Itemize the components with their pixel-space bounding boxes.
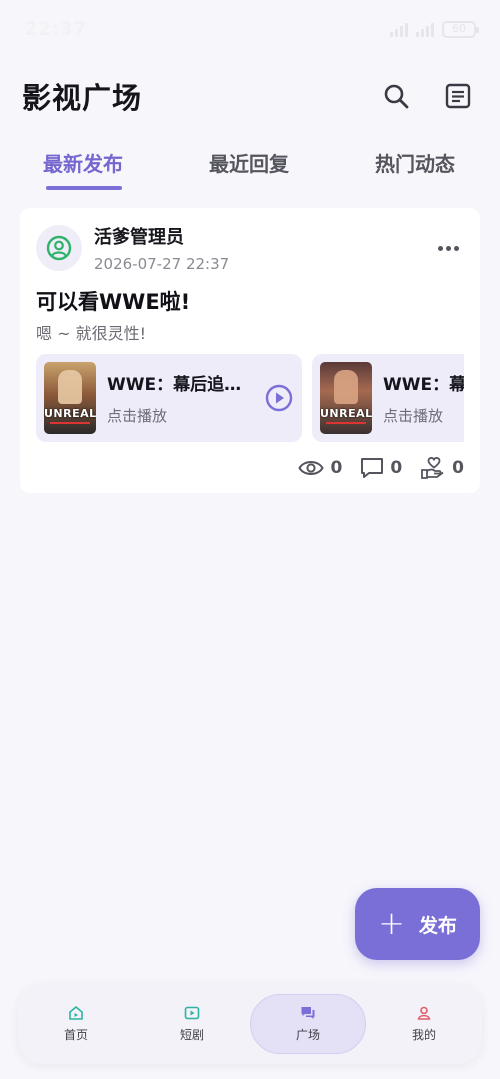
list-button[interactable] [438, 76, 478, 116]
media-item[interactable]: UNREAL WWE：幕 点击播放 [312, 354, 464, 442]
tab-trending[interactable]: 热门动态 [332, 140, 498, 190]
eye-icon [298, 461, 325, 475]
nav-label: 短剧 [179, 1028, 204, 1042]
comment-icon [361, 458, 384, 478]
tab-recent-replies[interactable]: 最近回复 [166, 140, 332, 190]
plus-icon: + [378, 903, 405, 942]
signal-icon [390, 21, 408, 37]
likes-count: 0 [452, 458, 464, 478]
play-button[interactable] [264, 383, 294, 413]
media-action: 点击播放 [383, 407, 444, 425]
nav-item-profile[interactable]: 我的 [366, 994, 482, 1054]
comments-count: 0 [390, 458, 403, 478]
post-card[interactable]: 活爹管理员 2026-07-27 22:37 可以看WWE啦! 嗯 ~ 就很灵性… [20, 208, 480, 493]
nav-label: 首页 [63, 1028, 88, 1042]
page-title: 影视广场 [22, 81, 143, 115]
post-stats: 0 0 0 [298, 456, 464, 480]
user-avatar-icon [46, 235, 72, 261]
poster-logo-bar [50, 422, 90, 424]
post-subtitle: 嗯 ~ 就很灵性! [36, 324, 146, 343]
bottom-nav: 首页 短剧 广场 我的 [18, 984, 482, 1064]
author-name[interactable]: 活爹管理员 [94, 223, 430, 249]
status-bar: 22:37 60 [0, 0, 500, 58]
more-options-button[interactable] [430, 236, 466, 260]
comments-stat[interactable]: 0 [360, 457, 402, 479]
chat-icon [301, 1007, 315, 1019]
media-title: WWE：幕后追… [107, 375, 242, 395]
poster-logo-bar [326, 422, 366, 424]
video-icon [184, 1006, 200, 1020]
nav-item-home[interactable]: 首页 [18, 994, 134, 1054]
views-count: 0 [330, 458, 343, 478]
media-info: WWE：幕后追… 点击播放 [107, 370, 264, 426]
list-icon [445, 83, 471, 109]
publish-label: 发布 [418, 914, 457, 937]
publish-button[interactable]: + 发布 [355, 888, 480, 960]
nav-item-plaza[interactable]: 广场 [250, 994, 366, 1054]
poster-logo-text: UNREAL [44, 407, 96, 420]
nav-item-shorts[interactable]: 短剧 [134, 994, 250, 1054]
tab-latest[interactable]: 最新发布 [0, 140, 166, 190]
media-carousel[interactable]: UNREAL WWE：幕后追… 点击播放 UNREAL WWE：幕 点击播放 [36, 354, 464, 442]
media-title: WWE：幕 [383, 375, 464, 395]
home-icon [69, 1006, 83, 1020]
more-dot [445, 245, 451, 251]
poster-image: UNREAL [44, 362, 96, 434]
search-button[interactable] [376, 76, 416, 116]
feed-tabs: 最新发布 最近回复 热门动态 [0, 140, 500, 194]
views-stat[interactable]: 0 [298, 458, 342, 478]
status-icons: 60 [390, 20, 479, 38]
post-title: 可以看WWE啦! [36, 290, 191, 314]
battery-icon: 60 [442, 20, 479, 38]
nav-label: 我的 [411, 1028, 436, 1042]
signal-icon [416, 21, 434, 37]
media-item[interactable]: UNREAL WWE：幕后追… 点击播放 [36, 354, 302, 442]
more-dot [437, 245, 443, 251]
media-action: 点击播放 [107, 407, 168, 425]
post-header: 活爹管理员 2026-07-27 22:37 [36, 223, 466, 273]
more-dot [453, 245, 459, 251]
heart-hand-icon [421, 457, 444, 479]
poster-image: UNREAL [320, 362, 372, 434]
battery-level: 60 [452, 21, 466, 35]
play-icon [265, 384, 293, 412]
post-time: 2026-07-27 22:37 [94, 255, 230, 273]
search-icon [384, 84, 409, 109]
nav-label: 广场 [295, 1028, 320, 1042]
status-time: 22:37 [24, 18, 87, 40]
header: 影视广场 [0, 70, 500, 122]
author-block: 活爹管理员 2026-07-27 22:37 [94, 223, 430, 273]
avatar[interactable] [36, 225, 82, 271]
likes-stat[interactable]: 0 [420, 456, 464, 480]
poster-logo-text: UNREAL [320, 407, 372, 420]
poster-figure [334, 370, 358, 404]
poster-figure [58, 370, 82, 404]
user-icon [417, 1006, 431, 1020]
media-info: WWE：幕 点击播放 [383, 370, 464, 426]
